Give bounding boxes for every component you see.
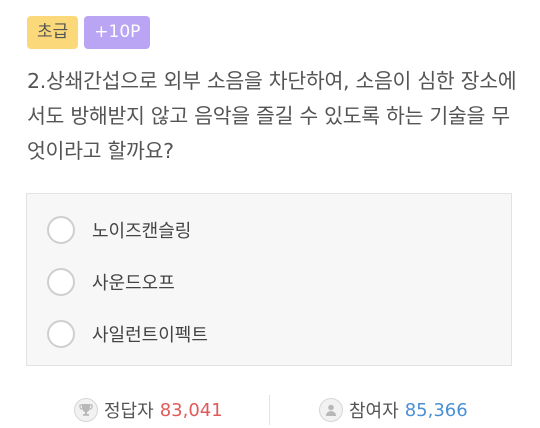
participants-count: 85,366 (404, 399, 468, 421)
user-icon (319, 398, 343, 422)
option-label: 사일런트이펙트 (92, 325, 208, 346)
answer-options: 노이즈캔슬링 사운드오프 사일런트이펙트 (26, 193, 512, 366)
participants-stat: 참여자 85,366 (319, 392, 468, 428)
radio-button[interactable] (47, 268, 75, 296)
level-badge: 초급 (27, 16, 79, 49)
correct-count: 83,041 (159, 399, 223, 421)
trophy-icon (74, 398, 98, 422)
stats-divider (269, 395, 270, 425)
option-2[interactable]: 사운드오프 (47, 265, 175, 299)
option-label: 노이즈캔슬링 (92, 221, 192, 242)
correct-stat: 정답자 83,041 (74, 392, 223, 428)
participants-label: 참여자 (349, 401, 399, 422)
radio-button[interactable] (47, 216, 75, 244)
radio-button[interactable] (47, 320, 75, 348)
quiz-stats: 정답자 83,041 참여자 85,366 (0, 392, 540, 428)
correct-label: 정답자 (104, 401, 154, 422)
quiz-badges: 초급 +10P (27, 16, 151, 49)
question-text: 2.상쇄간섭으로 외부 소음을 차단하여, 소음이 심한 장소에서도 방해받지 … (27, 69, 517, 163)
option-3[interactable]: 사일런트이펙트 (47, 317, 208, 351)
points-badge: +10P (84, 16, 151, 49)
option-1[interactable]: 노이즈캔슬링 (47, 213, 191, 247)
option-label: 사운드오프 (92, 273, 175, 294)
